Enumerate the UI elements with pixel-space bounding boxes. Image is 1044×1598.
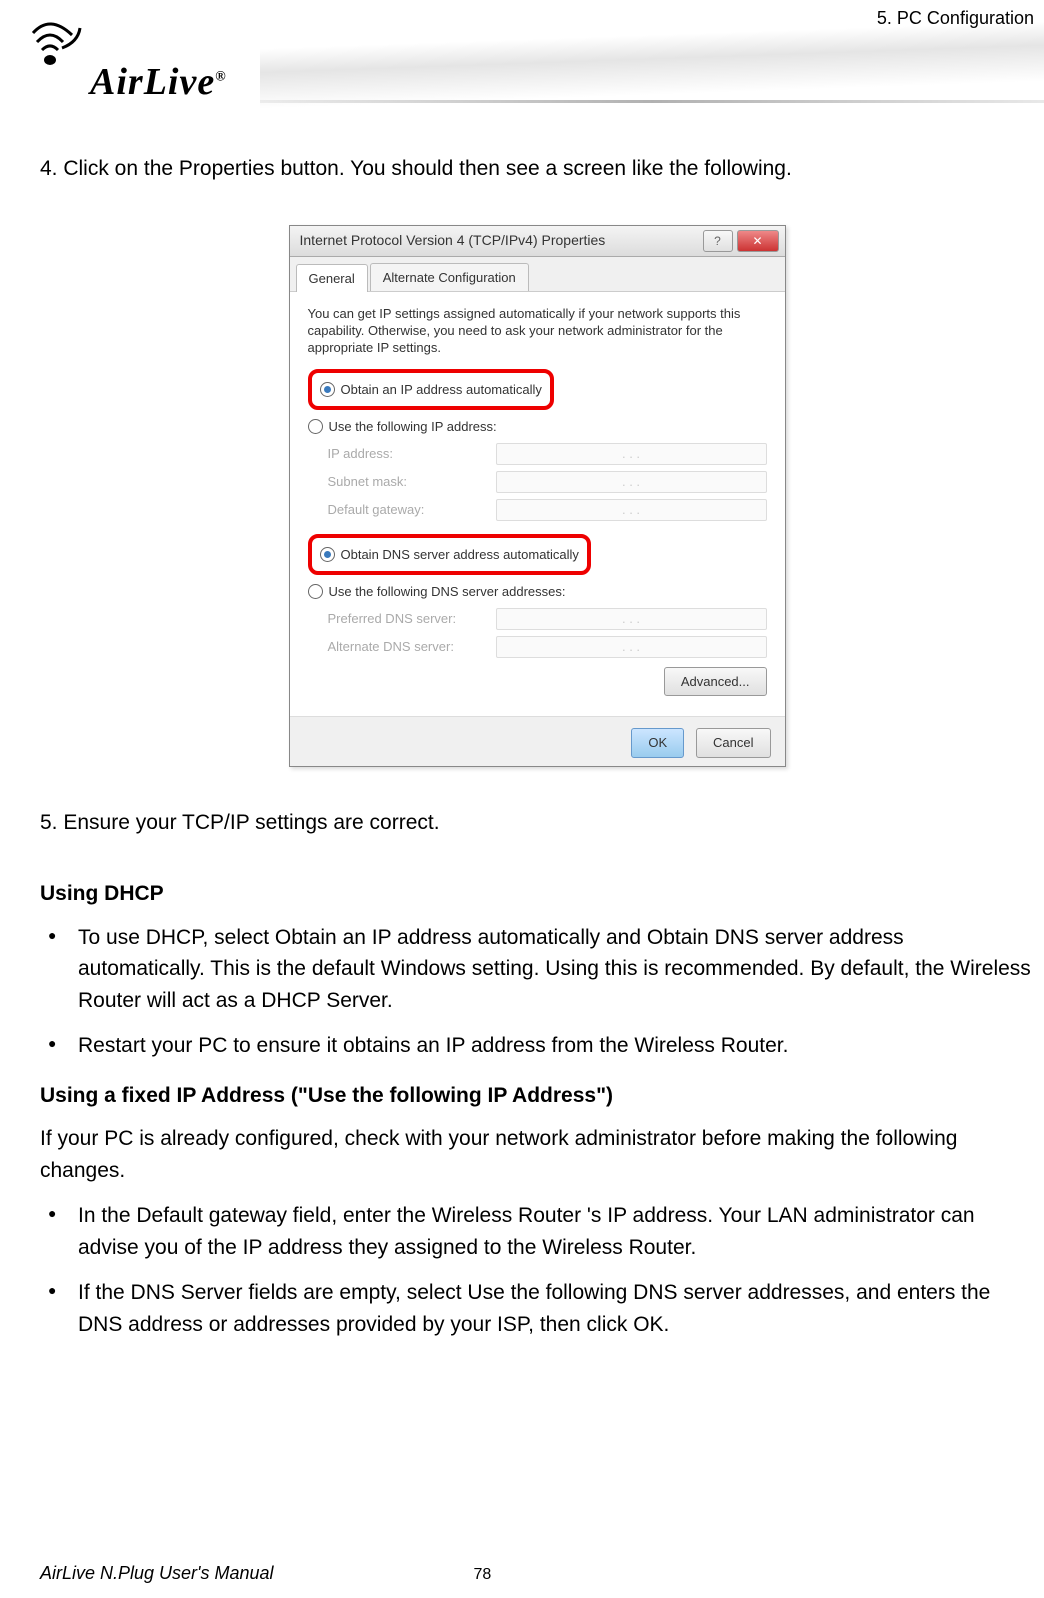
- dialog-titlebar: Internet Protocol Version 4 (TCP/IPv4) P…: [290, 226, 785, 257]
- list-item: In the Default gateway field, enter the …: [40, 1200, 1034, 1263]
- alt-dns-label: Alternate DNS server:: [328, 637, 488, 657]
- ip-address-input[interactable]: . . .: [496, 443, 767, 465]
- panel-description: You can get IP settings assigned automat…: [308, 306, 767, 357]
- registered-mark: ®: [215, 69, 226, 84]
- tab-alternate[interactable]: Alternate Configuration: [370, 263, 529, 292]
- radio-icon: [320, 547, 335, 562]
- page-footer: AirLive N.Plug User's Manual 78: [40, 1563, 1004, 1584]
- ok-button[interactable]: OK: [631, 728, 684, 758]
- screenshot-wrapper: Internet Protocol Version 4 (TCP/IPv4) P…: [40, 225, 1034, 767]
- dialog-title: Internet Protocol Version 4 (TCP/IPv4) P…: [296, 230, 699, 251]
- alt-dns-row: Alternate DNS server: . . .: [308, 633, 767, 661]
- radio-obtain-ip-label: Obtain an IP address automatically: [341, 380, 542, 400]
- dhcp-heading: Using DHCP: [40, 878, 1034, 910]
- properties-dialog: Internet Protocol Version 4 (TCP/IPv4) P…: [289, 225, 786, 767]
- radio-use-dns-row[interactable]: Use the following DNS server addresses:: [308, 579, 767, 605]
- decorative-swoosh: [260, 21, 1044, 108]
- ip-address-row: IP address: . . .: [308, 440, 767, 468]
- manual-title: AirLive N.Plug User's Manual: [40, 1563, 274, 1584]
- radio-icon: [320, 382, 335, 397]
- cancel-button[interactable]: Cancel: [696, 728, 770, 758]
- subnet-row: Subnet mask: . . .: [308, 468, 767, 496]
- radio-obtain-dns-row[interactable]: Obtain DNS server address automatically: [320, 542, 579, 568]
- dialog-body: General Alternate Configuration You can …: [290, 257, 785, 766]
- subnet-input[interactable]: . . .: [496, 471, 767, 493]
- wifi-icon: [30, 20, 85, 70]
- general-panel: You can get IP settings assigned automat…: [290, 292, 785, 716]
- list-item: Restart your PC to ensure it obtains an …: [40, 1030, 1034, 1062]
- pref-dns-input[interactable]: . . .: [496, 608, 767, 630]
- pref-dns-label: Preferred DNS server:: [328, 609, 488, 629]
- advanced-button[interactable]: Advanced...: [664, 667, 767, 697]
- subnet-label: Subnet mask:: [328, 472, 488, 492]
- tab-general[interactable]: General: [296, 264, 368, 293]
- fixed-ip-heading: Using a fixed IP Address ("Use the follo…: [40, 1080, 1034, 1112]
- list-item: To use DHCP, select Obtain an IP address…: [40, 922, 1034, 1017]
- gateway-label: Default gateway:: [328, 500, 488, 520]
- advanced-row: Advanced...: [308, 661, 767, 703]
- radio-use-ip-label: Use the following IP address:: [329, 417, 497, 437]
- pref-dns-row: Preferred DNS server: . . .: [308, 605, 767, 633]
- radio-icon: [308, 584, 323, 599]
- page-header: 5. PC Configuration AirLive®: [0, 0, 1044, 138]
- dhcp-bullet-list: To use DHCP, select Obtain an IP address…: [40, 922, 1034, 1062]
- radio-obtain-dns-label: Obtain DNS server address automatically: [341, 545, 579, 565]
- ip-address-label: IP address:: [328, 444, 488, 464]
- fixed-ip-para: If your PC is already configured, check …: [40, 1123, 1034, 1186]
- gateway-input[interactable]: . . .: [496, 499, 767, 521]
- help-button[interactable]: ?: [703, 230, 733, 252]
- decorative-line: [260, 100, 1044, 103]
- page-number: 78: [474, 1566, 492, 1584]
- radio-use-dns-label: Use the following DNS server addresses:: [329, 582, 566, 602]
- main-content: 4. Click on the Properties button. You s…: [0, 138, 1044, 1340]
- brand-logo: AirLive®: [30, 20, 85, 75]
- close-button[interactable]: ✕: [737, 230, 779, 252]
- highlight-obtain-dns: Obtain DNS server address automatically: [308, 534, 591, 576]
- list-item: If the DNS Server fields are empty, sele…: [40, 1277, 1034, 1340]
- fixed-ip-bullet-list: In the Default gateway field, enter the …: [40, 1200, 1034, 1340]
- tab-strip: General Alternate Configuration: [290, 257, 785, 293]
- alt-dns-input[interactable]: . . .: [496, 636, 767, 658]
- radio-icon: [308, 419, 323, 434]
- step-5-text: 5. Ensure your TCP/IP settings are corre…: [40, 807, 1034, 839]
- brand-name: AirLive®: [90, 60, 227, 104]
- step-4-text: 4. Click on the Properties button. You s…: [40, 153, 1034, 185]
- radio-use-ip-row[interactable]: Use the following IP address:: [308, 414, 767, 440]
- gateway-row: Default gateway: . . .: [308, 496, 767, 524]
- highlight-obtain-ip: Obtain an IP address automatically: [308, 369, 554, 411]
- radio-obtain-ip-row[interactable]: Obtain an IP address automatically: [320, 377, 542, 403]
- dialog-footer: OK Cancel: [290, 716, 785, 766]
